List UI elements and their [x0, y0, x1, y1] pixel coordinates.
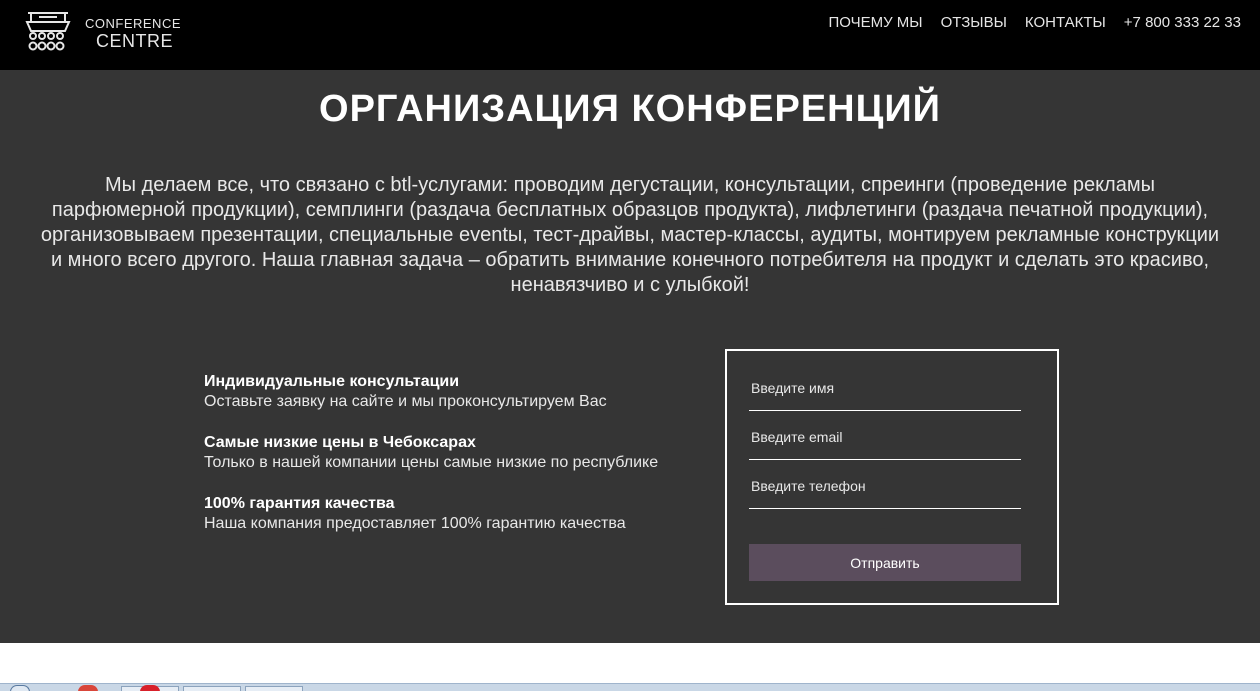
nav-link-why-us[interactable]: ПОЧЕМУ МЫ [828, 14, 922, 32]
hero-description: Мы делаем все, что связано с btl-услугам… [40, 174, 1220, 296]
main-nav: ПОЧЕМУ МЫ ОТЗЫВЫ КОНТАКТЫ +7 800 333 22 … [828, 14, 1241, 32]
nav-link-contacts[interactable]: КОНТАКТЫ [1025, 14, 1106, 32]
os-taskbar [0, 683, 1260, 691]
request-form: Отправить [725, 349, 1059, 605]
logo[interactable]: CONFERENCE CENTRE [25, 9, 185, 53]
feature-text: Наша компания предоставляет 100% гаранти… [204, 515, 626, 532]
nav-link-phone[interactable]: +7 800 333 22 33 [1124, 14, 1241, 32]
nav-link-reviews[interactable]: ОТЗЫВЫ [941, 14, 1007, 32]
page-title: ОРГАНИЗАЦИЯ КОНФЕРЕНЦИЙ [319, 88, 941, 130]
name-field-wrapper [749, 377, 1021, 411]
taskbar-app-button[interactable] [245, 686, 303, 691]
email-field-wrapper [749, 426, 1021, 460]
name-field[interactable] [749, 377, 1021, 410]
phone-field[interactable] [749, 475, 1021, 508]
taskbar-app-icon[interactable] [140, 685, 160, 691]
feature-item: Самые низкие цены в Чебоксарах Только в … [204, 433, 724, 473]
submit-button[interactable]: Отправить [749, 544, 1021, 581]
logo-line-1: CONFERENCE [85, 16, 182, 31]
logo-line-2: CENTRE [96, 31, 174, 51]
feature-title: 100% гарантия качества [204, 495, 395, 512]
features-list: Индивидуальные консультации Оставьте зая… [204, 372, 724, 555]
feature-item: 100% гарантия качества Наша компания пре… [204, 494, 724, 534]
email-field[interactable] [749, 426, 1021, 459]
feature-text: Только в нашей компании цены самые низки… [204, 454, 659, 471]
start-button-icon[interactable] [10, 685, 30, 691]
feature-item: Индивидуальные консультации Оставьте зая… [204, 372, 724, 412]
site-header: CONFERENCE CENTRE ПОЧЕМУ МЫ ОТЗЫВЫ КОНТА… [0, 0, 1260, 70]
feature-title: Индивидуальные консультации [204, 373, 460, 390]
conference-table-icon [25, 12, 71, 51]
logo-text: CONFERENCE CENTRE [85, 17, 181, 50]
taskbar-app-icon[interactable] [78, 685, 98, 691]
taskbar-app-button[interactable] [183, 686, 241, 691]
phone-field-wrapper [749, 475, 1021, 509]
hero-section: ОРГАНИЗАЦИЯ КОНФЕРЕНЦИЙ Мы делаем все, ч… [0, 70, 1260, 643]
feature-title: Самые низкие цены в Чебоксарах [204, 434, 476, 451]
feature-text: Оставьте заявку на сайте и мы проконсуль… [204, 393, 607, 410]
